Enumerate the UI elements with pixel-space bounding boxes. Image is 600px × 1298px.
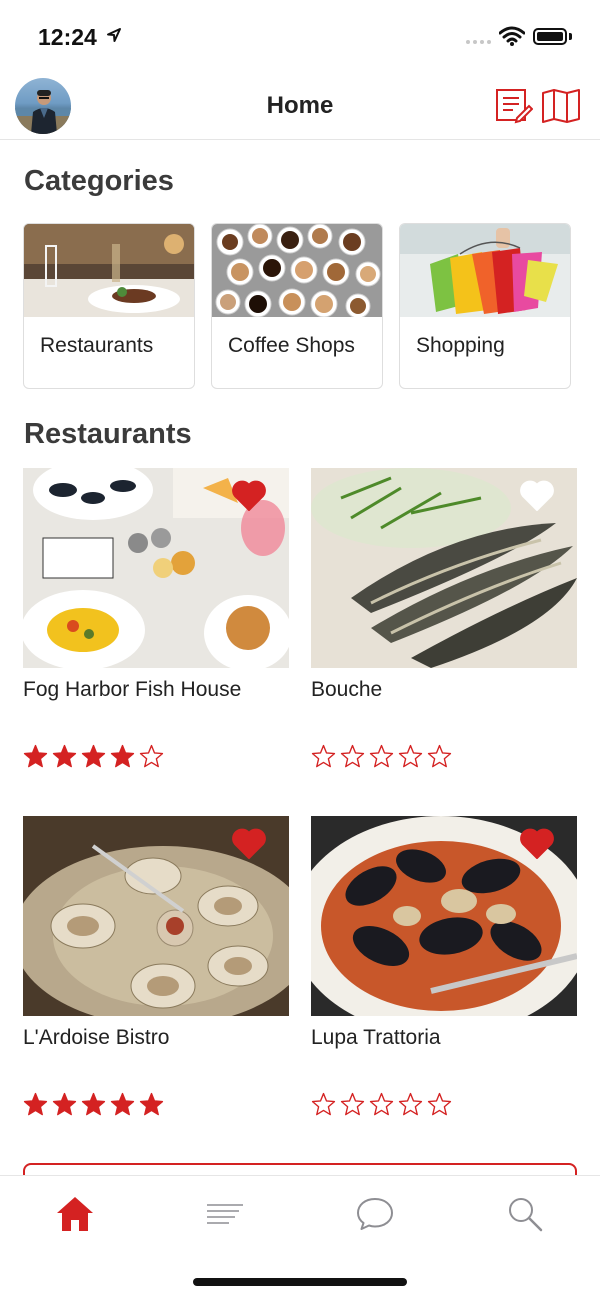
rating-stars xyxy=(23,744,164,769)
star-empty-icon xyxy=(369,1092,394,1116)
restaurant-card[interactable]: L'Ardoise Bistro xyxy=(23,816,289,1116)
star-filled-icon xyxy=(81,744,106,768)
restaurant-card[interactable]: Fog Harbor Fish House xyxy=(23,468,289,768)
star-empty-icon xyxy=(139,744,164,768)
category-label: Coffee Shops xyxy=(228,334,355,357)
location-arrow-icon xyxy=(107,28,121,42)
search-icon xyxy=(509,1198,543,1232)
list-icon xyxy=(207,1204,243,1224)
edit-list-icon[interactable] xyxy=(495,88,533,124)
tab-home[interactable] xyxy=(45,1192,105,1236)
shopping-photo xyxy=(400,224,570,317)
category-restaurants[interactable]: Restaurants xyxy=(23,223,195,389)
restaurant-photo xyxy=(23,816,289,1016)
map-icon[interactable] xyxy=(541,88,581,124)
star-filled-icon xyxy=(110,1092,135,1116)
star-empty-icon xyxy=(369,744,394,768)
star-filled-icon xyxy=(52,744,77,768)
chat-icon xyxy=(357,1198,393,1230)
home-indicator xyxy=(193,1278,407,1286)
tab-chat[interactable] xyxy=(345,1192,405,1236)
star-filled-icon xyxy=(81,1092,106,1116)
category-coffee-shops[interactable]: Coffee Shops xyxy=(211,223,383,389)
star-empty-icon xyxy=(398,744,423,768)
restaurant-name: L'Ardoise Bistro xyxy=(23,1026,170,1049)
star-filled-icon xyxy=(23,744,48,768)
restaurant-name: Fog Harbor Fish House xyxy=(23,678,242,701)
heart-icon[interactable] xyxy=(231,480,267,512)
status-bar: 12:24 xyxy=(0,0,600,76)
restaurant-card[interactable]: Bouche xyxy=(311,468,577,768)
category-label: Restaurants xyxy=(40,334,154,357)
nav-bar: Home xyxy=(0,76,600,140)
star-empty-icon xyxy=(427,1092,452,1116)
star-filled-icon xyxy=(110,744,135,768)
rating-stars xyxy=(23,1092,164,1117)
restaurant-photo xyxy=(23,468,289,668)
star-filled-icon xyxy=(139,1092,164,1116)
restaurant-photo xyxy=(24,224,194,317)
category-shopping[interactable]: Shopping xyxy=(399,223,571,389)
signal-icon xyxy=(466,40,491,44)
category-label: Shopping xyxy=(416,334,505,357)
rating-stars xyxy=(311,1092,452,1117)
restaurant-photo xyxy=(311,468,577,668)
star-empty-icon xyxy=(340,1092,365,1116)
categories-heading: Categories xyxy=(24,165,174,197)
star-empty-icon xyxy=(311,744,336,768)
restaurant-card[interactable]: Lupa Trattoria xyxy=(311,816,577,1116)
status-time: 12:24 xyxy=(38,24,97,50)
coffee-photo xyxy=(212,224,382,317)
star-empty-icon xyxy=(398,1092,423,1116)
tab-list[interactable] xyxy=(195,1192,255,1236)
wifi-icon xyxy=(499,26,525,46)
restaurants-heading: Restaurants xyxy=(24,418,192,450)
star-empty-icon xyxy=(340,744,365,768)
restaurant-name: Bouche xyxy=(311,678,383,701)
rating-stars xyxy=(311,744,452,769)
star-filled-icon xyxy=(23,1092,48,1116)
restaurant-name: Lupa Trattoria xyxy=(311,1026,441,1049)
star-empty-icon xyxy=(311,1092,336,1116)
heart-icon[interactable] xyxy=(519,480,555,512)
heart-icon[interactable] xyxy=(231,828,267,860)
star-empty-icon xyxy=(427,744,452,768)
heart-icon[interactable] xyxy=(519,828,555,860)
battery-icon xyxy=(533,28,567,45)
star-filled-icon xyxy=(52,1092,77,1116)
home-icon xyxy=(57,1197,93,1231)
tab-search[interactable] xyxy=(495,1192,555,1236)
restaurant-photo xyxy=(311,816,577,1016)
